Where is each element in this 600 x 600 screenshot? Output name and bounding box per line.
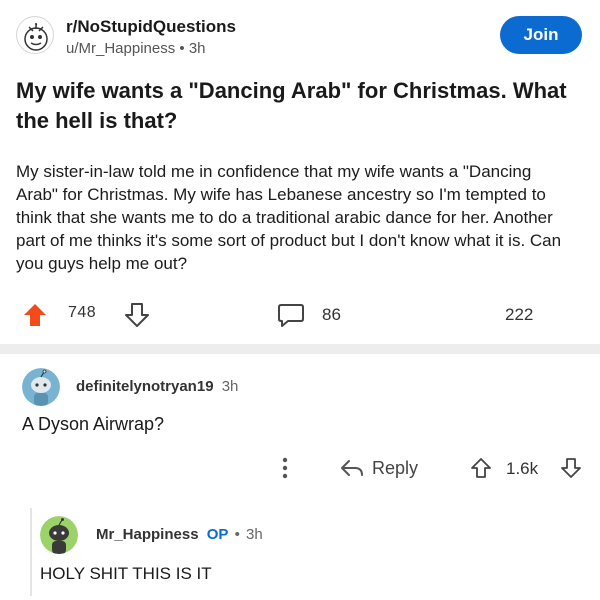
section-divider	[0, 344, 600, 354]
post-action-bar: 748 86 222	[0, 296, 600, 336]
subreddit-avatar[interactable]: ?	[16, 16, 54, 54]
comment-text: A Dyson Airwrap?	[22, 414, 165, 434]
snoo-avatar-icon	[40, 516, 78, 554]
snoo-avatar-icon	[22, 368, 60, 406]
post-body: My sister-in-law told me in confidence t…	[16, 162, 562, 273]
comment-count[interactable]: 86	[322, 305, 341, 325]
meta-separator: •	[179, 40, 185, 57]
reply-button[interactable]: Reply	[340, 455, 418, 481]
avatar[interactable]	[22, 368, 60, 406]
comment-reply: Mr_Happiness OP • 3h HOLY SHIT THIS IS I…	[0, 508, 600, 600]
comment-score: 1.6k	[506, 459, 539, 478]
post-title: My wife wants a "Dancing Arab" for Chris…	[16, 78, 567, 133]
op-badge: OP	[206, 526, 229, 543]
comment-author-line: definitelynotryan19 3h	[76, 378, 238, 395]
post-header: ? r/NoStupidQuestions u/Mr_Happiness • 3…	[16, 14, 584, 60]
comment-author-line: Mr_Happiness OP • 3h	[96, 526, 263, 543]
comment: definitelynotryan19 3h A Dyson Airwrap? …	[0, 362, 600, 502]
post-author[interactable]: u/Mr_Happiness	[66, 40, 175, 57]
subreddit-mascot-icon: ?	[24, 23, 48, 51]
downvote-icon[interactable]	[124, 302, 150, 328]
comment-author[interactable]: definitelynotryan19	[76, 378, 214, 395]
comment-age: 3h	[221, 378, 239, 395]
more-options-icon[interactable]	[281, 456, 289, 480]
comment-actions: Reply 1.6k	[0, 454, 600, 484]
comment-author[interactable]: Mr_Happiness	[96, 526, 199, 543]
reply-icon	[341, 460, 363, 476]
subreddit-name[interactable]: r/NoStupidQuestions	[66, 17, 236, 37]
reply-label: Reply	[372, 457, 419, 478]
comment-upvote-icon[interactable]	[470, 457, 492, 479]
svg-text:?: ?	[34, 23, 37, 30]
vote-count: 748	[68, 304, 97, 321]
comment-age: 3h	[246, 526, 263, 543]
post-meta: u/Mr_Happiness • 3h	[66, 40, 206, 57]
comment-icon[interactable]	[277, 302, 305, 328]
share-count[interactable]: 222	[505, 305, 533, 325]
upvote-icon[interactable]	[22, 302, 48, 328]
avatar[interactable]	[40, 516, 78, 554]
comment-text: HOLY SHIT THIS IS IT	[40, 564, 212, 583]
meta-separator: •	[234, 526, 240, 543]
join-button[interactable]: Join	[500, 16, 582, 54]
post-age: 3h	[188, 40, 206, 57]
comment-downvote-icon[interactable]	[560, 457, 582, 479]
